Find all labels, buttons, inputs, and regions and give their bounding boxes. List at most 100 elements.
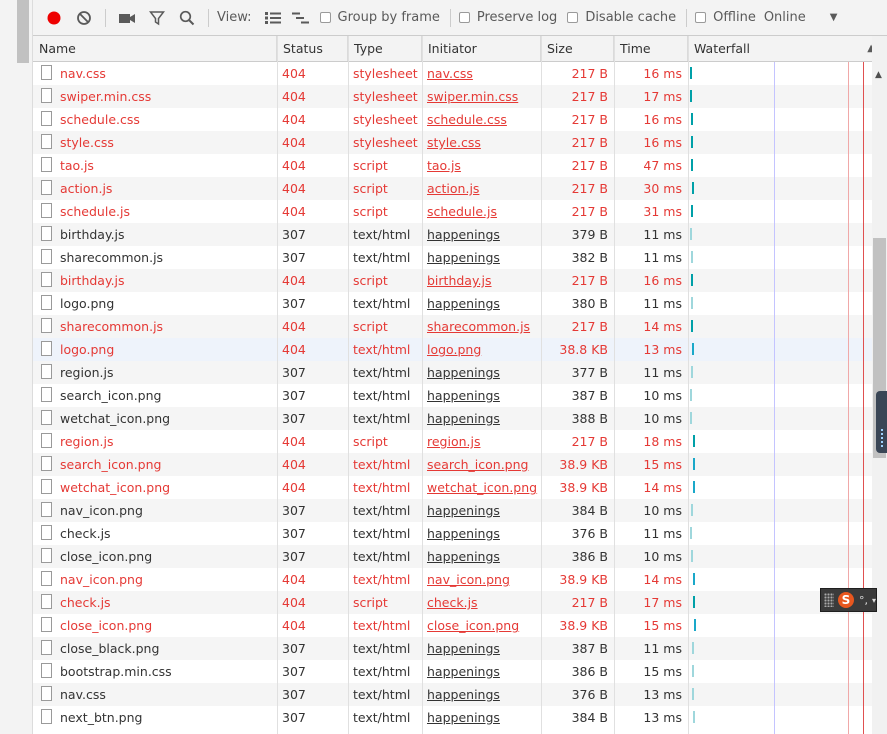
ime-logo-icon[interactable]: S xyxy=(838,592,854,608)
table-row[interactable]: close_black.png 307 text/html happenings 387… xyxy=(33,637,872,660)
table-row[interactable]: birthday.js 404 script birthday.js 217 B 16 m… xyxy=(33,269,872,292)
request-initiator[interactable]: happenings xyxy=(422,384,541,407)
table-row[interactable]: nav_icon.png 307 text/html happenings 384 B 1… xyxy=(33,499,872,522)
group-by-frame-checkbox[interactable]: Group by frame xyxy=(319,10,440,25)
overview-button[interactable] xyxy=(286,4,316,32)
request-initiator[interactable]: happenings xyxy=(422,545,541,568)
table-row[interactable]: logo.png 404 text/html logo.png 38.8 KB 13 ms xyxy=(33,338,872,361)
ime-toolbar[interactable]: S °, ▾ xyxy=(820,588,877,612)
request-initiator[interactable]: close_icon.png xyxy=(422,614,541,637)
table-row[interactable]: action.js 404 script action.js 217 B 30 ms xyxy=(33,177,872,200)
table-row[interactable]: sharecommon.js 307 text/html happenings 382 … xyxy=(33,246,872,269)
record-button[interactable] xyxy=(39,4,69,32)
group-by-frame-box[interactable] xyxy=(319,12,331,23)
request-initiator[interactable]: happenings xyxy=(422,361,541,384)
chevron-down-icon[interactable]: ▾ xyxy=(872,596,876,605)
table-row[interactable]: search_icon.png 307 text/html happenings 387… xyxy=(33,384,872,407)
disable-cache-checkbox[interactable]: Disable cache xyxy=(567,10,676,25)
request-initiator[interactable]: happenings xyxy=(422,660,541,683)
throttling-select[interactable]: Online ▼ xyxy=(764,4,838,32)
table-row[interactable]: close_icon.png 404 text/html close_icon.png… xyxy=(33,614,872,637)
scroll-up-icon[interactable]: ▲ xyxy=(875,70,882,80)
table-scrollbar[interactable]: ▲ xyxy=(872,36,887,734)
request-initiator[interactable]: schedule.js xyxy=(422,200,541,223)
table-row[interactable]: schedule.css 404 stylesheet schedule.css 217… xyxy=(33,108,872,131)
request-name[interactable]: schedule.js xyxy=(33,200,277,223)
request-name[interactable]: bootstrap.min.css xyxy=(33,660,277,683)
request-initiator[interactable]: sharecommon.js xyxy=(422,315,541,338)
request-initiator[interactable]: happenings xyxy=(422,522,541,545)
request-initiator[interactable]: swiper.min.css xyxy=(422,85,541,108)
request-name[interactable]: wetchat_icon.png xyxy=(33,407,277,430)
request-name[interactable]: birthday.js xyxy=(33,269,277,292)
table-row[interactable]: region.js 307 text/html happenings 377 B 11 m… xyxy=(33,361,872,384)
request-initiator[interactable]: birthday.js xyxy=(422,269,541,292)
table-row[interactable]: next_btn.png 307 text/html happenings 384 B 1… xyxy=(33,706,872,729)
table-row[interactable]: nav_icon.png 404 text/html nav_icon.png 38.9… xyxy=(33,568,872,591)
request-initiator[interactable]: happenings xyxy=(422,223,541,246)
preserve-log-box[interactable] xyxy=(458,12,470,23)
request-name[interactable]: search_icon.png xyxy=(33,453,277,476)
offline-box[interactable] xyxy=(695,12,707,23)
request-name[interactable]: check.js xyxy=(33,522,277,545)
offline-checkbox[interactable]: Offline xyxy=(695,10,756,25)
column-header-status[interactable]: Status xyxy=(277,36,348,61)
column-header-name[interactable]: Name xyxy=(33,36,277,61)
request-initiator[interactable]: check.js xyxy=(422,591,541,614)
request-name[interactable]: sharecommon.js xyxy=(33,315,277,338)
column-header-time[interactable]: Time xyxy=(614,36,688,61)
disable-cache-box[interactable] xyxy=(567,12,579,23)
punctuation-mode-icon[interactable]: °, xyxy=(859,594,868,607)
request-initiator[interactable]: region.js xyxy=(422,430,541,453)
request-name[interactable]: tao.js xyxy=(33,154,277,177)
request-name[interactable]: action.js xyxy=(33,177,277,200)
table-row[interactable]: check.js 404 script check.js 217 B 17 ms xyxy=(33,591,872,614)
request-name[interactable]: nav.css xyxy=(33,683,277,706)
request-initiator[interactable]: style.css xyxy=(422,131,541,154)
request-initiator[interactable]: happenings xyxy=(422,292,541,315)
left-scrollbar-thumb[interactable] xyxy=(17,0,29,63)
request-name[interactable]: wetchat_icon.png xyxy=(33,476,277,499)
table-row[interactable]: wetchat_icon.png 307 text/html happenings 38… xyxy=(33,407,872,430)
request-name[interactable]: swiper.min.css xyxy=(33,85,277,108)
request-initiator[interactable]: nav.css xyxy=(422,62,541,85)
request-name[interactable]: nav_icon.png xyxy=(33,499,277,522)
request-initiator[interactable]: logo.png xyxy=(422,338,541,361)
table-row[interactable]: sharecommon.js 404 script sharecommon.js 217… xyxy=(33,315,872,338)
table-row[interactable]: nav.css 307 text/html happenings 376 B 13 ms xyxy=(33,683,872,706)
clear-button[interactable] xyxy=(69,4,99,32)
request-initiator[interactable]: happenings xyxy=(422,246,541,269)
request-name[interactable]: logo.png xyxy=(33,292,277,315)
table-row[interactable]: bootstrap.min.css 307 text/html happenings 3… xyxy=(33,660,872,683)
request-initiator[interactable]: happenings xyxy=(422,499,541,522)
request-initiator[interactable]: happenings xyxy=(422,706,541,729)
request-name[interactable]: close_black.png xyxy=(33,637,277,660)
table-row[interactable]: swiper.min.css 404 stylesheet swiper.min.cs… xyxy=(33,85,872,108)
request-initiator[interactable]: happenings xyxy=(422,407,541,430)
request-name[interactable]: schedule.css xyxy=(33,108,277,131)
preserve-log-checkbox[interactable]: Preserve log xyxy=(458,10,557,25)
request-initiator[interactable]: nav_icon.png xyxy=(422,568,541,591)
request-initiator[interactable]: wetchat_icon.png xyxy=(422,476,541,499)
request-name[interactable]: search_icon.png xyxy=(33,384,277,407)
request-name[interactable]: check.js xyxy=(33,591,277,614)
table-row[interactable]: birthday.js 307 text/html happenings 379 B 11… xyxy=(33,223,872,246)
request-name[interactable]: region.js xyxy=(33,361,277,384)
table-row[interactable]: style.css 404 stylesheet style.css 217 B 16 m… xyxy=(33,131,872,154)
request-initiator[interactable]: happenings xyxy=(422,683,541,706)
filter-button[interactable] xyxy=(142,4,172,32)
request-name[interactable]: sharecommon.js xyxy=(33,246,277,269)
request-initiator[interactable]: action.js xyxy=(422,177,541,200)
column-header-type[interactable]: Type xyxy=(348,36,422,61)
request-name[interactable]: close_icon.png xyxy=(33,545,277,568)
request-name[interactable]: style.css xyxy=(33,131,277,154)
request-name[interactable]: birthday.js xyxy=(33,223,277,246)
request-name[interactable]: region.js xyxy=(33,430,277,453)
table-row[interactable]: check.js 307 text/html happenings 376 B 11 ms xyxy=(33,522,872,545)
drawer-handle[interactable] xyxy=(876,391,887,453)
table-row[interactable]: close_icon.png 307 text/html happenings 386 … xyxy=(33,545,872,568)
table-row[interactable]: nav.css 404 stylesheet nav.css 217 B 16 ms xyxy=(33,62,872,85)
request-initiator[interactable]: search_icon.png xyxy=(422,453,541,476)
column-header-size[interactable]: Size xyxy=(541,36,614,61)
request-initiator[interactable]: schedule.css xyxy=(422,108,541,131)
